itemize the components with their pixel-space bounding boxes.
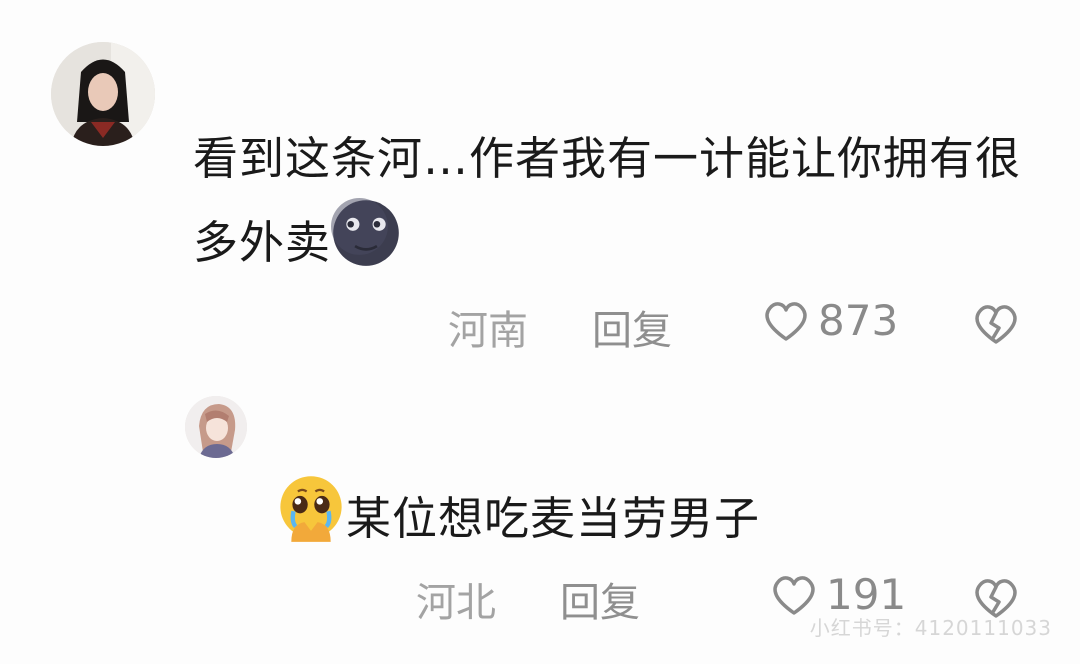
user-avatar[interactable] — [51, 42, 155, 146]
comment-body: 看到这条河…作者我有一计能让你拥有很多外卖 — [193, 132, 1022, 269]
watermark: 小红书号：4120111033 — [809, 616, 1052, 640]
heart-icon — [765, 301, 807, 341]
comment-region: 河北 — [416, 580, 496, 626]
user-avatar[interactable] — [185, 396, 247, 458]
pleading-face-icon — [276, 474, 346, 544]
comment-text: 看到这条河…作者我有一计能让你拥有很多外卖 — [193, 120, 1023, 282]
like-count: 873 — [818, 296, 899, 345]
like-button[interactable]: 873 — [762, 296, 898, 345]
reply-button[interactable]: 回复 — [592, 298, 672, 356]
broken-heart-icon — [975, 305, 1017, 344]
heart-icon — [773, 575, 815, 615]
comment-text: 某位想吃麦当劳男子 — [276, 474, 760, 558]
comment-body: 某位想吃麦当劳男子 — [346, 492, 761, 545]
new-moon-face-icon — [331, 198, 401, 268]
dislike-button[interactable] — [972, 302, 1020, 350]
comment-region: 河南 — [448, 308, 528, 354]
reply-button[interactable]: 回复 — [560, 570, 640, 628]
